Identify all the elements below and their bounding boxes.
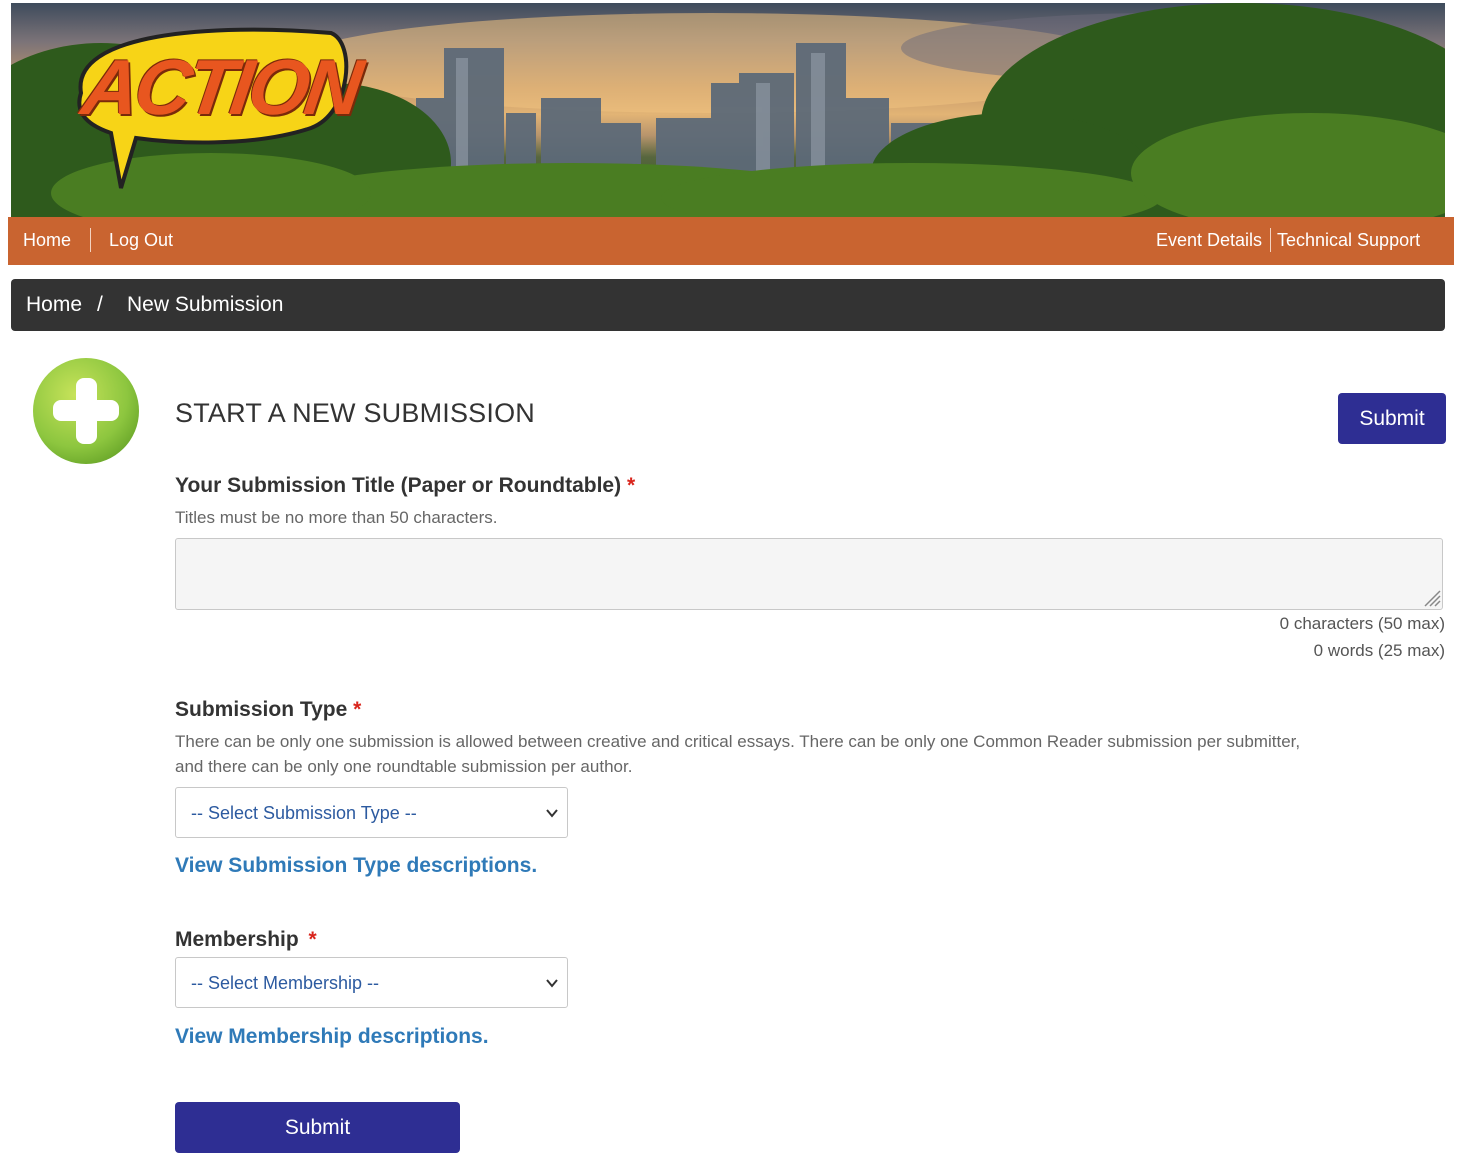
breadcrumb-current: New Submission (127, 293, 284, 316)
nav-divider (90, 228, 91, 252)
title-help-text: Titles must be no more than 50 character… (175, 508, 498, 527)
nav-home-link[interactable]: Home (23, 229, 71, 251)
nav-event-details-link[interactable]: Event Details (1156, 229, 1262, 251)
submission-type-selected: -- Select Submission Type -- (191, 803, 417, 823)
submission-type-label-text: Submission Type (175, 698, 348, 721)
membership-select[interactable]: -- Select Membership -- (175, 957, 568, 1008)
submission-type-help-line1: There can be only one submission is allo… (175, 732, 1301, 751)
breadcrumb: Home / New Submission (11, 279, 1445, 331)
word-counter: 0 words (25 max) (1313, 641, 1445, 660)
add-plus-icon (33, 358, 139, 464)
title-field-label: Your Submission Title (Paper or Roundtab… (175, 473, 635, 499)
membership-selected: -- Select Membership -- (191, 973, 380, 993)
title-label-text: Your Submission Title (Paper or Roundtab… (175, 474, 622, 497)
submission-title-input[interactable] (175, 538, 1443, 610)
page-title: START A NEW SUBMISSION (175, 398, 535, 428)
header-banner: ACTION (11, 3, 1445, 217)
breadcrumb-separator: / (97, 293, 103, 316)
required-asterisk: * (353, 698, 362, 721)
submit-button-top[interactable]: Submit (1338, 393, 1446, 444)
top-nav-bar: Home Log Out Event Details Technical Sup… (8, 217, 1454, 265)
submission-type-help-line2: and there can be only one roundtable sub… (175, 757, 633, 776)
submission-type-select[interactable]: -- Select Submission Type -- (175, 787, 568, 838)
required-asterisk: * (308, 928, 317, 951)
nav-logout-link[interactable]: Log Out (109, 229, 173, 251)
required-asterisk: * (626, 474, 636, 497)
chevron-down-icon (546, 979, 558, 988)
membership-label: Membership * (175, 927, 317, 953)
nav-divider (1270, 228, 1271, 252)
membership-label-text: Membership (175, 928, 299, 951)
submission-type-label: Submission Type * (175, 697, 361, 723)
chevron-down-icon (546, 809, 558, 818)
action-logo: ACTION (76, 43, 365, 131)
resize-handle-icon[interactable] (1421, 587, 1441, 607)
membership-descriptions-link[interactable]: View Membership descriptions. (175, 1024, 489, 1050)
character-counter: 0 characters (50 max) (1279, 614, 1445, 633)
submit-button-bottom[interactable]: Submit (175, 1102, 460, 1153)
breadcrumb-home[interactable]: Home (26, 292, 82, 318)
submission-type-descriptions-link[interactable]: View Submission Type descriptions. (175, 853, 537, 879)
nav-technical-support-link[interactable]: Technical Support (1277, 229, 1420, 251)
